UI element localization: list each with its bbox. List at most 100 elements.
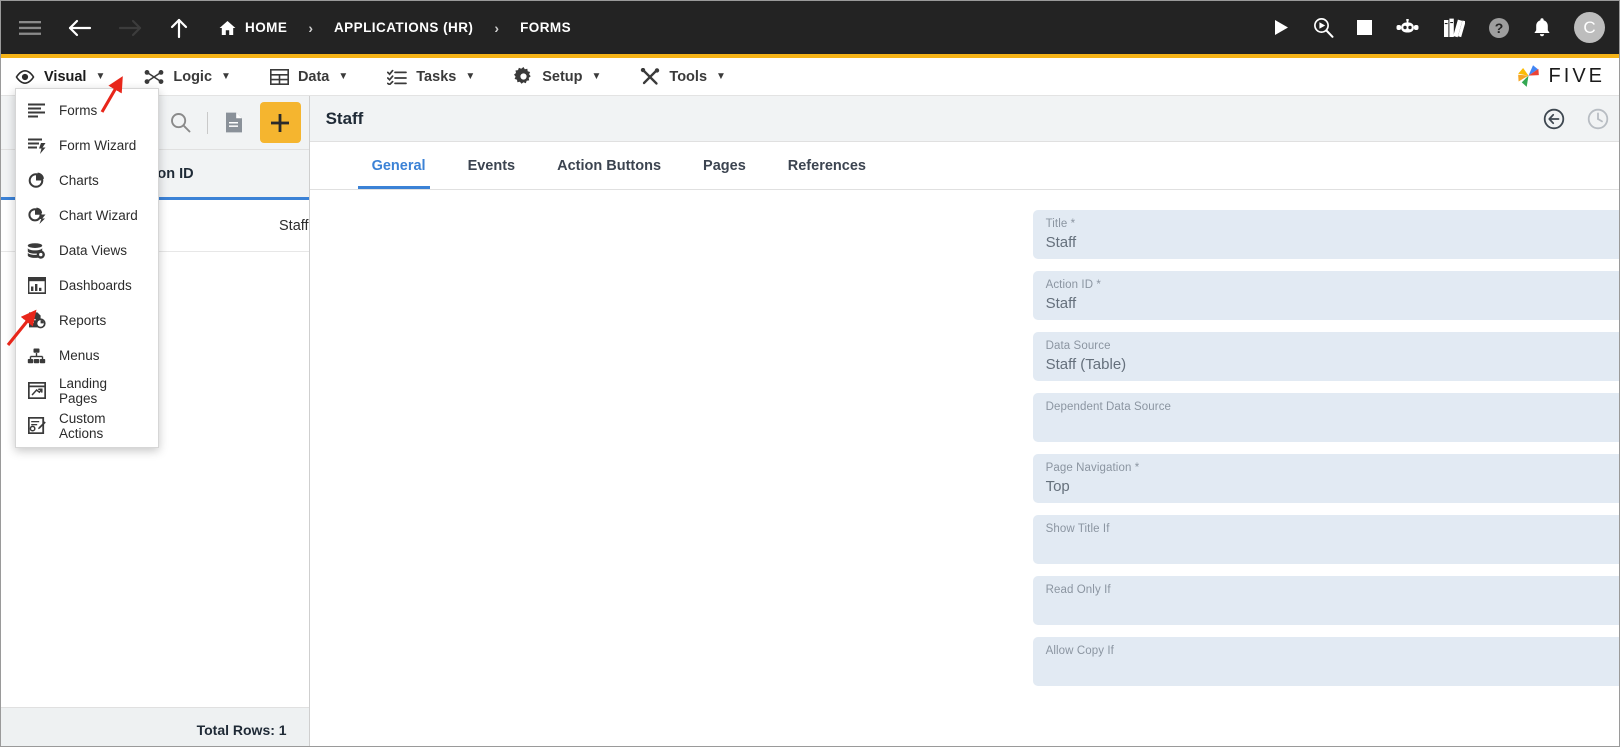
detail-header: Staff (309, 96, 1619, 142)
dropdown-item-form-wizard[interactable]: Form Wizard (16, 128, 158, 163)
tab-pages[interactable]: Pages (689, 142, 760, 189)
tab-action-buttons[interactable]: Action Buttons (543, 142, 675, 189)
field-label: Allow Copy If (1045, 645, 1114, 657)
page-navigation-select[interactable]: Page Navigation * Top (1032, 454, 1619, 503)
chevron-down-icon: ▼ (95, 71, 106, 82)
total-rows-status: Total Rows: 1 (1, 707, 309, 746)
document-button[interactable] (213, 102, 255, 144)
dropdown-item-label: Forms (59, 103, 98, 118)
dropdown-item-chart-wizard[interactable]: Chart Wizard (16, 198, 158, 233)
dropdown-item-dashboards[interactable]: Dashboards (16, 268, 158, 303)
title-field[interactable]: Title * Staff (1032, 210, 1619, 259)
dropdown-item-label: Dashboards (59, 278, 132, 293)
dropdown-item-label: Data Views (59, 243, 128, 258)
breadcrumb-separator: › (308, 19, 313, 36)
brand-logo: FIVE (1515, 63, 1605, 90)
chevron-down-icon: ▼ (716, 71, 726, 82)
form-detail-panel: Staff General Events Action Buttons Page… (309, 96, 1619, 746)
history-icon[interactable] (1587, 108, 1609, 130)
data-source-select[interactable]: Data Source Staff (Table) (1032, 332, 1619, 381)
field-label: Show Title If (1045, 523, 1110, 535)
up-arrow-icon[interactable] (169, 17, 189, 39)
revert-icon[interactable] (1543, 108, 1565, 130)
svg-text:?: ? (1495, 20, 1504, 36)
show-title-if-field[interactable]: Show Title If (1032, 515, 1619, 564)
dropdown-item-forms[interactable]: Forms (16, 93, 158, 128)
tab-references[interactable]: References (774, 142, 880, 189)
debug-icon[interactable] (1312, 17, 1334, 39)
menu-item-label: Tools (669, 68, 708, 85)
read-only-if-field[interactable]: Read Only If (1032, 576, 1619, 625)
field-row-read-only-if: Read Only If (310, 576, 1619, 625)
dropdown-item-label: Custom Actions (59, 410, 106, 441)
help-icon[interactable]: ? (1488, 17, 1510, 39)
toolbar-divider (206, 111, 208, 134)
library-icon[interactable] (1443, 18, 1465, 38)
tab-label: References (787, 157, 866, 174)
main-menu-bar: Visual ▼ Logic ▼ Data ▼ Tasks ▼ Setup ▼ … (1, 58, 1619, 96)
back-arrow-icon[interactable] (67, 18, 92, 38)
field-value: Staff (1045, 295, 1077, 312)
menus-icon (26, 348, 47, 364)
menu-item-tasks[interactable]: Tasks ▼ (387, 69, 475, 85)
stop-icon[interactable] (1357, 20, 1372, 35)
grid-icon (269, 68, 289, 85)
landing-pages-icon (26, 382, 47, 399)
breadcrumb-label: APPLICATIONS (HR) (333, 20, 474, 35)
dropdown-item-data-views[interactable]: Data Views (16, 233, 158, 268)
tab-events[interactable]: Events (454, 142, 530, 189)
field-label: Read Only If (1045, 584, 1111, 596)
menu-item-label: Data (297, 68, 330, 85)
topbar-action-group: ? C (1273, 12, 1605, 43)
breadcrumb-item-forms[interactable]: FORMS (520, 20, 571, 35)
menu-item-logic[interactable]: Logic ▼ (144, 69, 231, 85)
menu-item-label: Logic (173, 68, 213, 85)
dropdown-item-label: Chart Wizard (59, 208, 138, 223)
add-form-button[interactable] (259, 102, 301, 143)
breadcrumb-separator: › (494, 19, 500, 36)
run-icon[interactable] (1273, 19, 1289, 36)
menu-item-data[interactable]: Data ▼ (269, 68, 349, 85)
logic-icon (144, 69, 164, 85)
bell-icon[interactable] (1533, 17, 1551, 38)
dropdown-item-label: Reports (59, 313, 107, 328)
menu-item-setup[interactable]: Setup ▼ (514, 67, 601, 86)
field-label: Page Navigation * (1045, 462, 1140, 474)
field-label: Dependent Data Source (1045, 401, 1172, 413)
dependent-data-source-select[interactable]: Dependent Data Source (1032, 393, 1619, 442)
field-value: Staff (1045, 234, 1077, 251)
dropdown-item-custom-actions[interactable]: Custom Actions (16, 408, 158, 443)
field-label: Action ID * (1045, 279, 1101, 291)
chevron-down-icon: ▼ (338, 71, 349, 82)
dropdown-item-charts[interactable]: Charts (16, 163, 158, 198)
menu-item-tools[interactable]: Tools ▼ (640, 67, 726, 86)
application-window: HOME › APPLICATIONS (HR) › FORMS ? C Vis… (0, 0, 1620, 747)
field-value (1046, 659, 1619, 680)
action-id-field[interactable]: Action ID * Staff (1032, 271, 1619, 320)
dropdown-item-menus[interactable]: Menus (16, 338, 158, 373)
breadcrumb-item-home[interactable]: HOME (219, 20, 287, 36)
breadcrumb: HOME › APPLICATIONS (HR) › FORMS (219, 20, 571, 36)
dropdown-item-landing-pages[interactable]: Landing Pages (16, 373, 158, 408)
charts-icon (26, 172, 47, 189)
avatar[interactable]: C (1574, 12, 1605, 43)
brand-text: FIVE (1548, 65, 1605, 87)
custom-actions-icon (26, 417, 47, 434)
tab-general[interactable]: General (357, 142, 440, 189)
menu-item-visual[interactable]: Visual ▼ (15, 69, 105, 85)
chevron-down-icon: ▼ (591, 71, 602, 82)
allow-copy-if-field[interactable]: Allow Copy If (1032, 637, 1619, 686)
menu-item-label: Tasks (416, 68, 457, 85)
checklist-icon (387, 69, 408, 85)
robot-icon[interactable] (1395, 19, 1420, 36)
top-navigation-bar: HOME › APPLICATIONS (HR) › FORMS ? C (1, 1, 1619, 54)
search-icon (170, 112, 191, 133)
hamburger-icon[interactable] (19, 20, 41, 36)
field-row-dependent-data-source: Dependent Data Source VIEW (310, 393, 1619, 442)
data-views-icon (26, 242, 47, 259)
search-button[interactable] (160, 102, 202, 144)
dashboards-icon (26, 277, 47, 294)
field-row-allow-copy-if: Allow Copy If (310, 637, 1619, 686)
breadcrumb-item-applications[interactable]: APPLICATIONS (HR) (334, 20, 473, 35)
dropdown-item-reports[interactable]: Reports (16, 303, 158, 338)
